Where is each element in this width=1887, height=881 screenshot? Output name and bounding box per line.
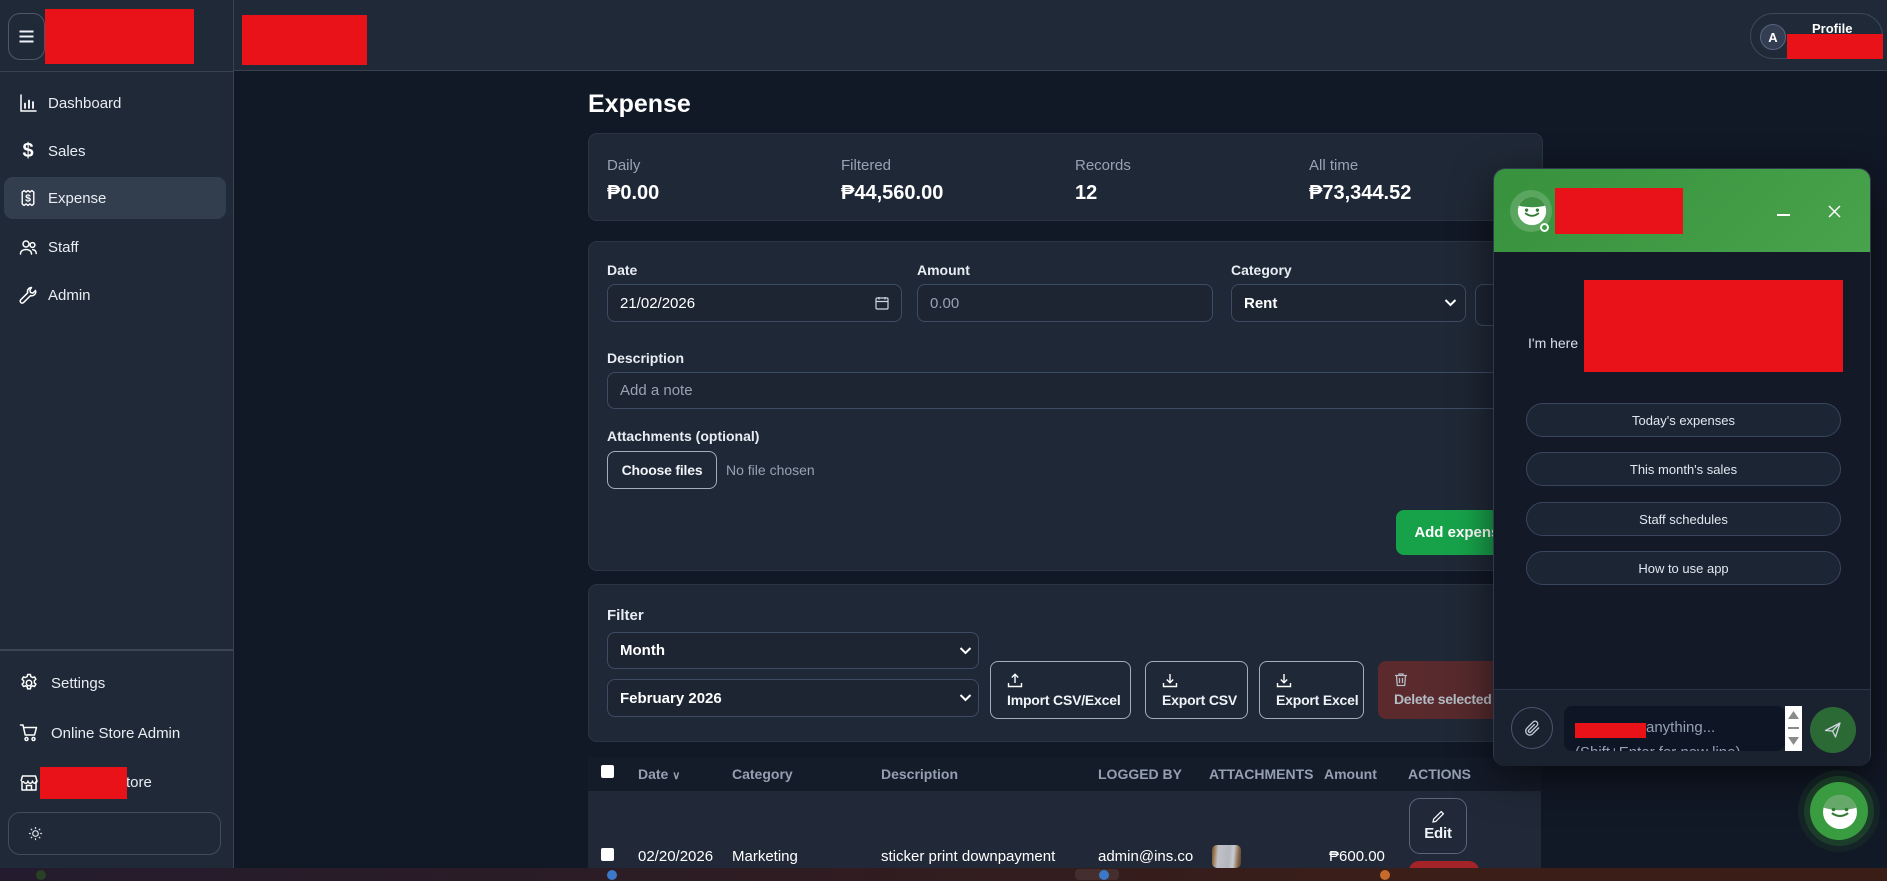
- svg-text:$: $: [25, 192, 31, 204]
